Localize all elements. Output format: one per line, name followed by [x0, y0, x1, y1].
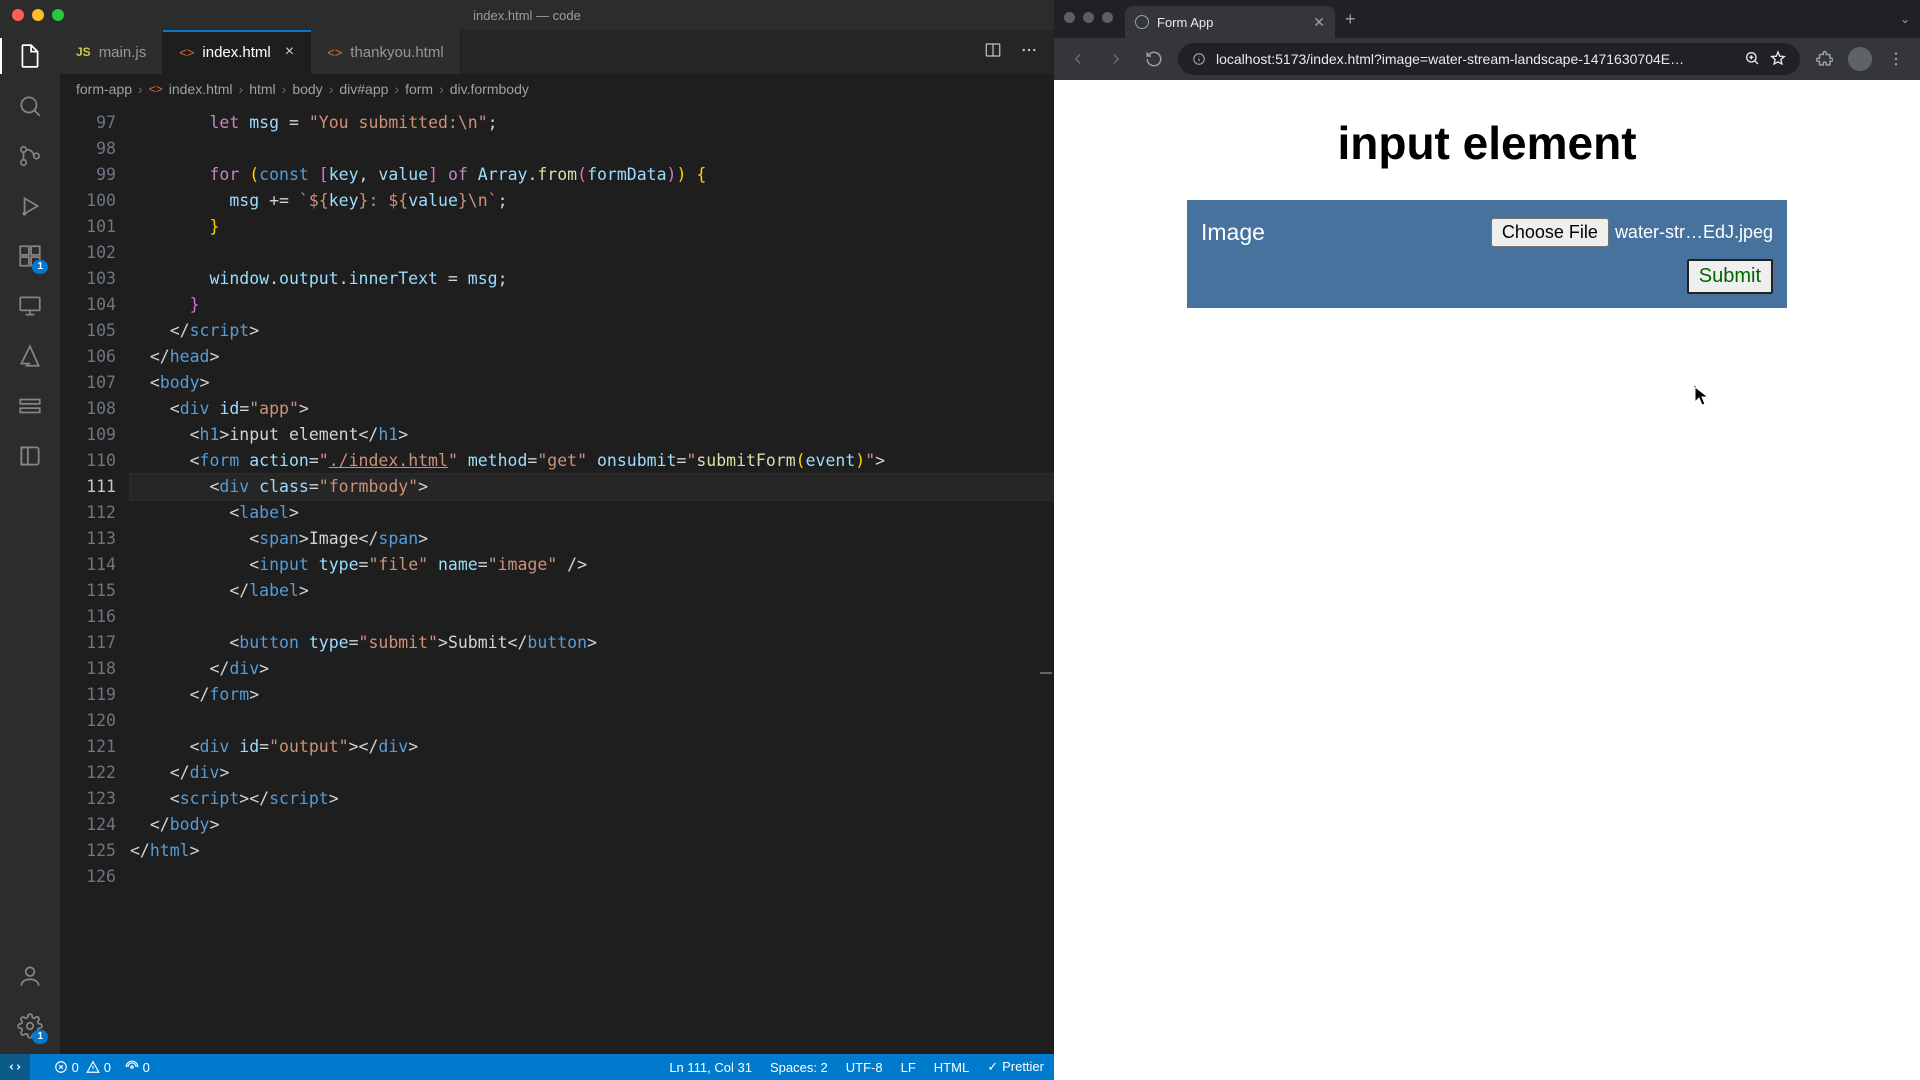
profile-avatar[interactable] — [1848, 47, 1872, 71]
minimap-indicator — [1040, 672, 1052, 674]
vscode-window: index.html — code 1 — [0, 0, 1054, 1080]
breadcrumb[interactable]: form-app› <>index.html› html› body› div#… — [60, 74, 1054, 104]
status-cursor[interactable]: Ln 111, Col 31 — [669, 1060, 752, 1075]
code-editor[interactable]: 9798991001011021031041051061071081091101… — [60, 104, 1054, 1054]
settings-badge: 1 — [32, 1030, 48, 1044]
chrome-menu-icon[interactable] — [1882, 45, 1910, 73]
status-problems[interactable]: 0 0 — [54, 1060, 111, 1075]
remote-explorer-icon[interactable] — [14, 290, 46, 322]
file-input[interactable]: Choose File water-str…EdJ.jpeg — [1491, 218, 1773, 247]
chrome-window: Form App ✕ + ⌄ localhost:5173/index.html… — [1054, 0, 1920, 1080]
new-tab-button[interactable]: + — [1345, 9, 1356, 30]
address-bar[interactable]: localhost:5173/index.html?image=water-st… — [1178, 43, 1800, 75]
tab-label: main.js — [99, 44, 147, 61]
file-input-label: Image — [1201, 219, 1265, 246]
tab-label: index.html — [202, 44, 270, 61]
site-info-icon[interactable] — [1192, 52, 1206, 66]
extensions-badge: 1 — [32, 260, 48, 274]
tab-index-html[interactable]: <> index.html × — [163, 30, 311, 74]
zoom-icon[interactable] — [1744, 50, 1760, 69]
titlebar: index.html — code — [0, 0, 1054, 30]
browser-tabstrip: Form App ✕ + ⌄ — [1054, 0, 1920, 38]
reload-button[interactable] — [1140, 45, 1168, 73]
status-spaces[interactable]: Spaces: 2 — [770, 1060, 828, 1075]
status-eol[interactable]: LF — [901, 1060, 916, 1075]
tab-thankyou-html[interactable]: <> thankyou.html — [311, 30, 461, 74]
choose-file-button[interactable]: Choose File — [1491, 218, 1609, 247]
code-body[interactable]: let msg = "You submitted:\n"; for (const… — [130, 104, 1054, 1054]
status-formatter[interactable]: Prettier — [987, 1059, 1044, 1075]
submit-button[interactable]: Submit — [1687, 259, 1773, 294]
sidebar-icon-1[interactable] — [14, 390, 46, 422]
bookmark-icon[interactable] — [1770, 50, 1786, 69]
tab-label: thankyou.html — [350, 44, 443, 61]
back-button[interactable] — [1064, 45, 1092, 73]
form-body: Image Choose File water-str…EdJ.jpeg Sub… — [1187, 200, 1787, 308]
settings-gear-icon[interactable]: 1 — [14, 1010, 46, 1042]
split-editor-icon[interactable] — [984, 41, 1002, 64]
browser-tab-title: Form App — [1157, 15, 1213, 30]
browser-window-dot[interactable] — [1083, 12, 1094, 23]
more-actions-icon[interactable] — [1020, 41, 1038, 64]
window-title: index.html — code — [0, 8, 1054, 23]
status-language[interactable]: HTML — [934, 1060, 969, 1075]
line-number-gutter: 9798991001011021031041051061071081091101… — [60, 104, 130, 1054]
url-text: localhost:5173/index.html?image=water-st… — [1216, 51, 1734, 67]
tabstrip-chevron-icon[interactable]: ⌄ — [1900, 12, 1920, 26]
azure-icon[interactable] — [14, 340, 46, 372]
explorer-icon[interactable] — [14, 40, 46, 72]
status-bar: 0 0 0 Ln 111, Col 31 Spaces: 2 UTF-8 LF … — [0, 1054, 1054, 1080]
status-ports[interactable]: 0 — [125, 1060, 150, 1075]
browser-tab[interactable]: Form App ✕ — [1125, 6, 1335, 38]
mouse-cursor-icon — [1694, 386, 1708, 406]
globe-icon — [1135, 15, 1149, 29]
tab-close-icon[interactable]: × — [285, 43, 294, 61]
accounts-icon[interactable] — [14, 960, 46, 992]
window-minimize-dot[interactable] — [32, 9, 44, 21]
tab-main-js[interactable]: JS main.js — [60, 30, 163, 74]
editor-tabbar: JS main.js <> index.html × <> thankyou.h… — [60, 30, 1054, 74]
sidebar-icon-2[interactable] — [14, 440, 46, 472]
browser-window-dot[interactable] — [1102, 12, 1113, 23]
remote-indicator[interactable] — [0, 1054, 30, 1080]
extensions-puzzle-icon[interactable] — [1810, 45, 1838, 73]
browser-toolbar: localhost:5173/index.html?image=water-st… — [1054, 38, 1920, 80]
page-heading: input element — [1084, 116, 1890, 170]
run-debug-icon[interactable] — [14, 190, 46, 222]
extensions-icon[interactable]: 1 — [14, 240, 46, 272]
activity-bar: 1 — [0, 30, 60, 1054]
window-close-dot[interactable] — [12, 9, 24, 21]
search-icon[interactable] — [14, 90, 46, 122]
browser-window-dot[interactable] — [1064, 12, 1075, 23]
window-zoom-dot[interactable] — [52, 9, 64, 21]
forward-button[interactable] — [1102, 45, 1130, 73]
status-encoding[interactable]: UTF-8 — [846, 1060, 883, 1075]
source-control-icon[interactable] — [14, 140, 46, 172]
selected-file-name: water-str…EdJ.jpeg — [1615, 222, 1773, 243]
close-tab-icon[interactable]: ✕ — [1313, 14, 1325, 31]
browser-viewport: input element Image Choose File water-st… — [1054, 80, 1920, 1080]
